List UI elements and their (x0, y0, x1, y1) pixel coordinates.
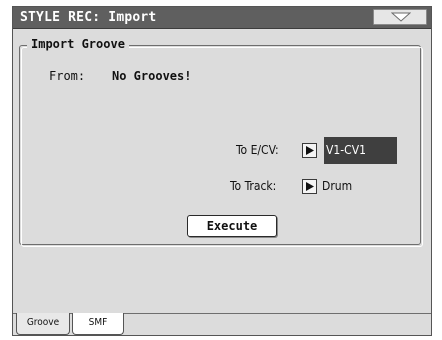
execute-button[interactable]: Execute (187, 215, 277, 237)
page-menu-button[interactable] (373, 9, 427, 25)
to-track-field[interactable]: Drum (322, 179, 352, 193)
from-value[interactable]: No Grooves! (112, 69, 191, 83)
page-title: STYLE REC: Import (20, 10, 157, 25)
triangle-right-icon (306, 182, 314, 191)
tab-smf[interactable]: SMF (72, 313, 124, 335)
to-track-popup-button[interactable] (302, 179, 317, 194)
triangle-right-icon (306, 146, 314, 155)
to-ecv-field[interactable]: V1-CV1 (324, 137, 397, 164)
import-groove-title: Import Groove (27, 37, 129, 51)
tab-groove[interactable]: Groove (16, 313, 70, 335)
triangle-down-icon (391, 12, 411, 22)
from-label: From: (49, 69, 86, 83)
to-ecv-label: To E/CV: (236, 143, 279, 157)
to-ecv-popup-button[interactable] (302, 143, 317, 158)
to-track-label: To Track: (230, 179, 277, 193)
title-bar: STYLE REC: Import (13, 7, 431, 29)
